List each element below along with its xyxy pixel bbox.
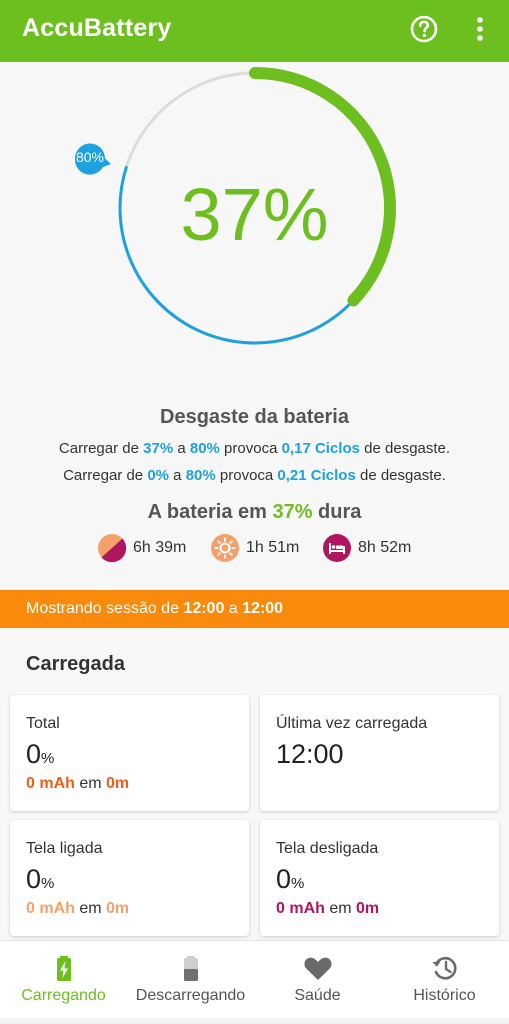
current-charge-percent: 37% (180, 173, 329, 256)
card-label: Total (26, 715, 60, 732)
card-detail: 0 mAh em 0m (26, 775, 130, 792)
app-bar: AccuBattery (0, 0, 509, 62)
duration-screen-on: 1h 51m (210, 532, 299, 564)
card-total: Total 0% 0 mAh em 0m (10, 695, 249, 811)
card-label: Última vez carregada (276, 715, 428, 732)
section-title: Carregada (26, 653, 125, 675)
nav-health[interactable]: Saúde (254, 941, 381, 1024)
wear-line-1: Carregar de 37% a 80% provoca 0,17 Ciclo… (58, 440, 451, 457)
screen-on-sun-icon (211, 534, 239, 562)
battery-wear-title: Desgaste da bateria (160, 406, 349, 428)
nav-history[interactable]: Histórico (381, 941, 508, 1024)
card-last-charged: Última vez carregada 12:00 (260, 695, 499, 811)
nav-label: Carregando (21, 987, 106, 1004)
duration-estimates: 6h 39m 1h 51m 8h 52m (0, 532, 509, 564)
card-value: 0% (276, 864, 305, 894)
mixed-usage-icon (98, 534, 127, 563)
nav-label: Histórico (413, 987, 476, 1004)
more-vert-icon[interactable] (466, 13, 494, 45)
card-value: 12:00 (276, 739, 344, 769)
card-label: Tela ligada (26, 840, 103, 857)
card-detail: 0 mAh em 0m (26, 900, 130, 917)
bottom-divider (0, 1018, 509, 1024)
duration-mixed-value: 6h 39m (133, 539, 187, 556)
card-screen-off: Tela desligada 0% 0 mAh em 0m (260, 820, 499, 936)
heart-icon (303, 957, 332, 980)
session-banner[interactable]: Mostrando sessão de 12:00 a 12:00 (0, 590, 509, 628)
nav-discharging[interactable]: Descarregando (127, 941, 254, 1024)
wear-line-2: Carregar de 0% a 80% provoca 0,21 Ciclos… (63, 467, 446, 484)
card-label: Tela desligada (276, 840, 379, 857)
card-value: 0% (26, 864, 55, 894)
nav-charging[interactable]: Carregando (0, 941, 127, 1024)
duration-mixed: 6h 39m (97, 532, 186, 564)
battery-discharging-icon (183, 956, 198, 981)
bottom-navigation: Carregando Descarregando Saúde Histórico (0, 940, 509, 1024)
nav-label: Descarregando (135, 987, 246, 1004)
battery-lasts-title: A bateria em 37% dura (147, 501, 362, 523)
card-detail: 0 mAh em 0m (276, 900, 380, 917)
duration-screen-on-value: 1h 51m (246, 539, 300, 556)
duration-sleep-value: 8h 52m (358, 539, 412, 556)
duration-sleep: 8h 52m (322, 532, 411, 564)
nav-label: Saúde (294, 987, 341, 1004)
card-screen-on: Tela ligada 0% 0 mAh em 0m (10, 820, 249, 936)
help-circle-icon[interactable] (408, 13, 440, 45)
card-value: 0% (26, 739, 55, 769)
sleep-bed-icon (323, 534, 351, 562)
target-marker-label: 80% (75, 149, 105, 165)
history-icon (432, 956, 457, 980)
app-title: AccuBattery (22, 14, 172, 42)
battery-charging-icon (56, 956, 71, 981)
